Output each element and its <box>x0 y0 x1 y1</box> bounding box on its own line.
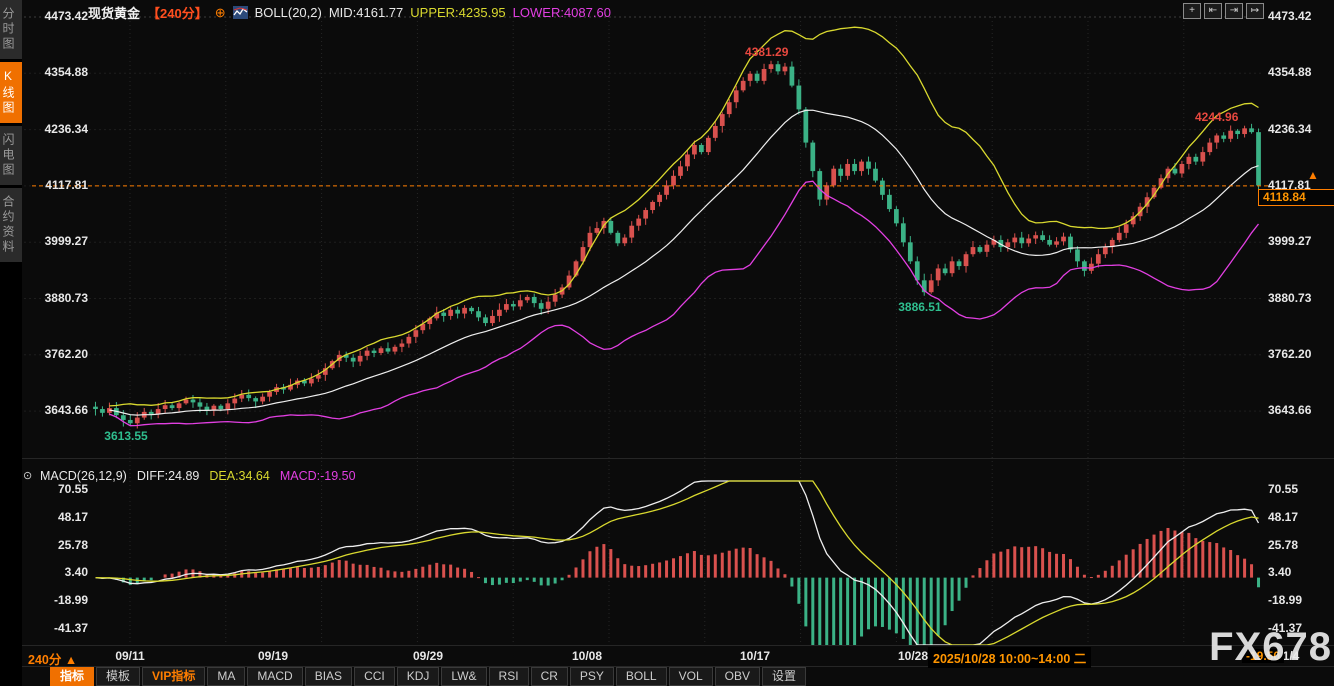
sidebar-item-flash-chart[interactable]: 闪电图 <box>0 126 22 185</box>
pan-right-icon[interactable]: ↦ <box>1246 3 1264 19</box>
date-label: 09/11 <box>115 649 145 663</box>
price-tick-label: 3762.20 <box>44 346 88 361</box>
date-label: 09/19 <box>257 649 289 663</box>
macd-tick-label: -18.99 <box>1268 593 1303 608</box>
price-tick-label: 3643.66 <box>1268 403 1312 418</box>
chart-header: 现货黄金 【240分】 ⊕ BOLL(20,2) MID:4161.77 UPP… <box>88 3 611 22</box>
price-tick-label: 4117.81 <box>45 177 88 192</box>
macd-tick-label: -41.37 <box>53 621 88 635</box>
toolbar-button-template[interactable]: 模板 <box>96 667 141 686</box>
price-annotation: 4244.96 <box>1195 109 1239 124</box>
toolbar-button-obv[interactable]: OBV <box>714 667 760 686</box>
period-selector[interactable]: 240分 ▲ <box>28 649 77 668</box>
zoom-x-in-icon[interactable]: ⇥ <box>1225 3 1243 19</box>
mini-chart-icon <box>232 6 248 19</box>
boll-mid-value: MID:4161.77 <box>328 5 404 20</box>
chart-tool-icons: + ⇤ ⇥ ↦ <box>1183 3 1264 19</box>
price-tick-label: 4236.34 <box>1268 121 1312 136</box>
zoom-x-out-icon[interactable]: ⇤ <box>1204 3 1222 19</box>
macd-tick-label: 48.17 <box>1268 509 1299 524</box>
price-up-arrow-icon: ▲ <box>1307 168 1319 182</box>
period-selector-arrow-icon: ▲ <box>64 653 78 667</box>
current-price-tag: 4118.84 <box>1258 189 1334 206</box>
macd-dea-value: DEA:34.64 <box>209 469 270 483</box>
price-tick-label: 3643.66 <box>44 403 88 418</box>
price-annotation: 3886.51 <box>898 299 942 314</box>
date-label: 10/28 <box>897 649 929 663</box>
date-label: 10/08 <box>571 649 603 663</box>
symbol-name: 现货黄金 <box>88 6 141 21</box>
panel-separator <box>22 458 1334 459</box>
price-tick-label: 3999.27 <box>44 234 88 249</box>
toolbar-button-cci[interactable]: CCI <box>354 667 395 686</box>
left-sidebar: 分时图 K线图闪电图合约资料 <box>0 0 22 686</box>
price-tick-label: 3880.73 <box>1268 290 1312 305</box>
sidebar-item-kline-chart[interactable]: K线图 <box>0 62 22 123</box>
macd-tick-label: 25.78 <box>57 537 88 552</box>
price-tick-label: 3999.27 <box>1268 234 1312 249</box>
macd-collapse-icon[interactable]: ⊙ <box>23 469 32 482</box>
toolbar-button-macd[interactable]: MACD <box>247 667 303 686</box>
boll-title: BOLL(20,2) <box>254 5 322 20</box>
macd-tick-label: -18.99 <box>53 593 88 608</box>
date-label: 10/17 <box>739 649 771 663</box>
price-tick-label: 4354.88 <box>1268 65 1312 80</box>
axis-separator <box>22 645 1334 646</box>
crosshair-date-tooltip: 2025/10/28 10:00~14:00 二 <box>928 647 1092 668</box>
kline-chart-canvas[interactable] <box>0 0 1334 686</box>
boll-upper-value: UPPER:4235.95 <box>410 5 506 20</box>
price-tick-label: 3762.20 <box>1268 346 1312 361</box>
macd-title: MACD(26,12,9) <box>40 469 127 483</box>
toolbar-button-rsi[interactable]: RSI <box>488 667 529 686</box>
macd-tick-label: 48.17 <box>57 509 88 524</box>
price-tick-label: 4473.42 <box>44 9 88 23</box>
period-label[interactable]: 【240分】 <box>147 3 208 22</box>
toolbar-button-lw[interactable]: LW& <box>441 667 487 686</box>
price-tick-label: 4236.34 <box>44 121 88 136</box>
period-selector-label: 240分 <box>28 653 62 667</box>
macd-tick-label: 3.40 <box>1268 565 1292 580</box>
sidebar-item-contract-info[interactable]: 合约资料 <box>0 188 22 262</box>
macd-tick-label: 3.40 <box>64 565 88 580</box>
toolbar-button-vol[interactable]: VOL <box>668 667 713 686</box>
toolbar-button-psy[interactable]: PSY <box>569 667 614 686</box>
bottom-toolbar: 指标 模板 VIP指标 MA MACD BIAS CCI KDJ LW& RSI CR PSY BOLL… <box>50 667 806 686</box>
toolbar-button-indicator[interactable]: 指标 <box>50 667 95 686</box>
price-tick-label: 4354.88 <box>44 65 88 80</box>
price-annotation: 3613.55 <box>104 429 148 444</box>
macd-macd-value: MACD:-19.50 <box>279 469 356 483</box>
add-indicator-icon[interactable]: ⊕ <box>215 5 226 21</box>
toolbar-button-ma[interactable]: MA <box>207 667 246 686</box>
toolbar-button-cr[interactable]: CR <box>530 667 568 686</box>
toolbar-button-bias[interactable]: BIAS <box>304 667 353 686</box>
macd-tick-label: 70.55 <box>57 482 88 496</box>
crosshair-icon[interactable]: + <box>1183 3 1201 19</box>
macd-header: MACD(26,12,9) DIFF:24.89 DEA:34.64 MACD:… <box>40 469 356 483</box>
trading-terminal: 分时图 K线图闪电图合约资料 现货黄金 【240分】 ⊕ BOLL(20,2) M… <box>0 0 1334 686</box>
date-label: 09/29 <box>412 649 444 663</box>
toolbar-button-kdj[interactable]: KDJ <box>396 667 440 686</box>
toolbar-button-boll[interactable]: BOLL <box>615 667 667 686</box>
price-tick-label: 4473.42 <box>1268 9 1312 23</box>
macd-tick-label: 70.55 <box>1268 482 1299 496</box>
price-tick-label: 3880.73 <box>44 290 88 305</box>
toolbar-button-settings[interactable]: 设置 <box>761 667 806 686</box>
boll-lower-value: LOWER:4087.60 <box>512 5 611 20</box>
watermark: FX678 <box>1209 625 1332 669</box>
price-annotation: 4381.29 <box>745 44 789 59</box>
sidebar-item-time-share-chart[interactable]: 分时图 <box>0 0 22 59</box>
toolbar-button-vip-indicator[interactable]: VIP指标 <box>142 667 206 686</box>
macd-diff-value: DIFF:24.89 <box>136 469 200 483</box>
macd-tick-label: 25.78 <box>1268 537 1299 552</box>
